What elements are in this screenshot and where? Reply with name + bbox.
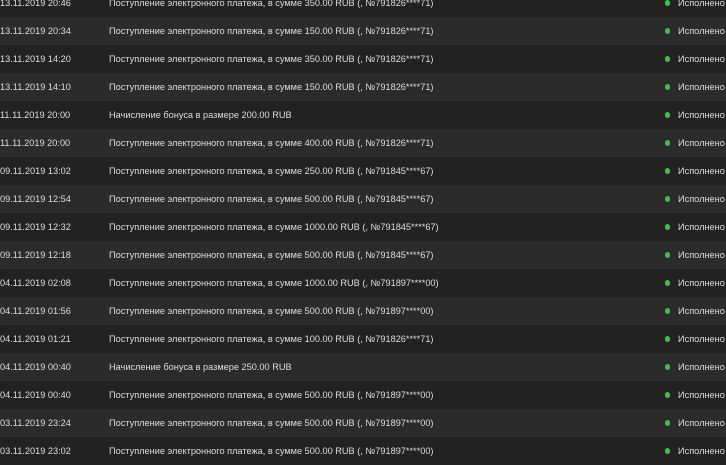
transaction-date: 04.11.2019 00:40 [0,362,71,372]
transaction-description: Поступление электронного платежа, в сумм… [109,0,434,8]
status-label: Исполнено [678,334,725,344]
transaction-date: 13.11.2019 14:20 [0,54,71,64]
transaction-row: 09.11.2019 12:18 Поступление электронног… [0,241,726,269]
status-dot-icon [665,84,670,90]
transaction-description: Поступление электронного платежа, в сумм… [109,250,434,260]
transaction-date: 11.11.2019 20:00 [0,110,71,120]
transaction-list: 13.11.2019 20:46 Поступление электронног… [0,0,726,465]
transaction-date: 03.11.2019 23:02 [0,446,71,456]
transaction-date: 13.11.2019 14:10 [0,82,71,92]
status-dot-icon [665,140,670,146]
transaction-date: 03.11.2019 23:24 [0,418,71,428]
status-dot-icon [665,420,670,426]
transaction-description: Поступление электронного платежа, в сумм… [109,306,434,316]
transaction-row: 11.11.2019 20:00 Поступление электронног… [0,129,726,157]
transaction-date: 04.11.2019 02:08 [0,278,71,288]
transaction-date: 09.11.2019 13:02 [0,166,71,176]
status-dot-icon [665,448,670,454]
transaction-description: Поступление электронного платежа, в сумм… [109,222,439,232]
transaction-date: 04.11.2019 01:21 [0,334,71,344]
status-dot-icon [665,392,670,398]
status-dot-icon [665,168,670,174]
transaction-row: 04.11.2019 00:40 Начисление бонуса в раз… [0,353,726,381]
transaction-description: Начисление бонуса в размере 250.00 RUB [109,362,292,372]
status-label: Исполнено [678,446,725,456]
transaction-row: 09.11.2019 12:54 Поступление электронног… [0,185,726,213]
transaction-row: 04.11.2019 02:08 Поступление электронног… [0,269,726,297]
status-dot-icon [665,308,670,314]
status-label: Исполнено [678,26,725,36]
transaction-row: 03.11.2019 23:24 Поступление электронног… [0,409,726,437]
transaction-description: Поступление электронного платежа, в сумм… [109,390,434,400]
transaction-description: Поступление электронного платежа, в сумм… [109,278,439,288]
transaction-date: 09.11.2019 12:32 [0,222,71,232]
status-dot-icon [665,56,670,62]
transaction-description: Поступление электронного платежа, в сумм… [109,446,434,456]
status-dot-icon [665,336,670,342]
transaction-description: Поступление электронного платежа, в сумм… [109,418,434,428]
status-label: Исполнено [678,194,725,204]
status-label: Исполнено [678,278,725,288]
transaction-row: 04.11.2019 00:40 Поступление электронног… [0,381,726,409]
status-label: Исполнено [678,138,725,148]
status-label: Исполнено [678,110,725,120]
status-label: Исполнено [678,166,725,176]
transaction-date: 09.11.2019 12:18 [0,250,71,260]
transaction-row: 13.11.2019 20:34 Поступление электронног… [0,17,726,45]
transaction-row: 03.11.2019 23:02 Поступление электронног… [0,437,726,465]
status-dot-icon [665,224,670,230]
status-dot-icon [665,280,670,286]
transaction-row: 04.11.2019 01:21 Поступление электронног… [0,325,726,353]
status-dot-icon [665,0,670,6]
transaction-description: Начисление бонуса в размере 200.00 RUB [109,110,292,120]
status-label: Исполнено [678,250,725,260]
transaction-date: 13.11.2019 20:46 [0,0,71,8]
transaction-description: Поступление электронного платежа, в сумм… [109,194,434,204]
status-dot-icon [665,28,670,34]
transaction-row: 09.11.2019 13:02 Поступление электронног… [0,157,726,185]
transaction-date: 04.11.2019 01:56 [0,306,71,316]
transaction-date: 13.11.2019 20:34 [0,26,71,36]
status-dot-icon [665,196,670,202]
transaction-history: 13.11.2019 20:46 Поступление электронног… [0,0,726,465]
status-label: Исполнено [678,0,725,8]
transaction-row: 04.11.2019 01:56 Поступление электронног… [0,297,726,325]
status-label: Исполнено [678,82,725,92]
status-label: Исполнено [678,390,725,400]
transaction-description: Поступление электронного платежа, в сумм… [109,54,434,64]
transaction-date: 04.11.2019 00:40 [0,390,71,400]
status-label: Исполнено [678,54,725,64]
transaction-description: Поступление электронного платежа, в сумм… [109,138,434,148]
status-dot-icon [665,364,670,370]
status-label: Исполнено [678,222,725,232]
transaction-row: 13.11.2019 14:10 Поступление электронног… [0,73,726,101]
transaction-description: Поступление электронного платежа, в сумм… [109,26,434,36]
transaction-description: Поступление электронного платежа, в сумм… [109,82,434,92]
transaction-description: Поступление электронного платежа, в сумм… [109,166,434,176]
transaction-description: Поступление электронного платежа, в сумм… [109,334,434,344]
transaction-row: 13.11.2019 14:20 Поступление электронног… [0,45,726,73]
transaction-date: 11.11.2019 20:00 [0,138,71,148]
status-label: Исполнено [678,418,725,428]
transaction-row: 09.11.2019 12:32 Поступление электронног… [0,213,726,241]
status-label: Исполнено [678,306,725,316]
transaction-row: 13.11.2019 20:46 Поступление электронног… [0,0,726,17]
status-dot-icon [665,252,670,258]
transaction-row: 11.11.2019 20:00 Начисление бонуса в раз… [0,101,726,129]
status-label: Исполнено [678,362,725,372]
transaction-date: 09.11.2019 12:54 [0,194,71,204]
status-dot-icon [665,112,670,118]
